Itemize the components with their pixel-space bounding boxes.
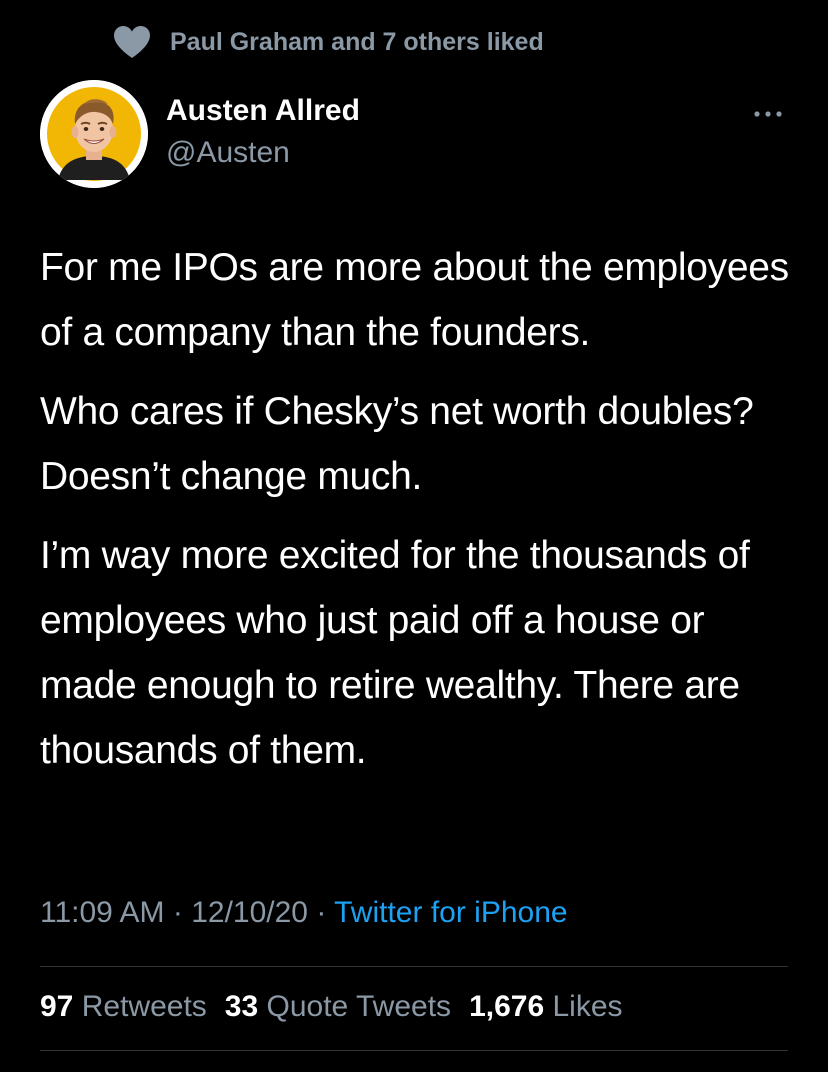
- social-context-text: Paul Graham and 7 others liked: [170, 27, 544, 56]
- quote-tweets-count: 33: [224, 990, 259, 1023]
- author-handle[interactable]: @Austen: [166, 136, 290, 170]
- tweet-paragraph: I’m way more excited for the thousands o…: [40, 534, 750, 772]
- retweets-label: Retweets: [81, 990, 207, 1023]
- retweets-count: 97: [40, 990, 74, 1023]
- quote-tweets-label: Quote Tweets: [266, 990, 452, 1023]
- likes-stat[interactable]: 1,676 Likes: [469, 990, 622, 1024]
- retweets-stat[interactable]: 97 Retweets: [40, 990, 207, 1024]
- avatar-cartoon-icon: [40, 80, 148, 188]
- tweet-time[interactable]: 11:09 AM: [40, 896, 165, 929]
- tweet-date[interactable]: 12/10/20: [191, 896, 308, 929]
- tweet-text: For me IPOs are more about the employees…: [40, 235, 810, 797]
- tweet-source-link[interactable]: Twitter for iPhone: [334, 896, 567, 929]
- likes-count: 1,676: [469, 990, 545, 1023]
- quote-tweets-stat[interactable]: 33 Quote Tweets: [225, 990, 451, 1024]
- tweet-paragraph: Who cares if Chesky’s net worth doubles?…: [40, 390, 754, 498]
- likes-label: Likes: [552, 990, 623, 1023]
- author-name[interactable]: Austen Allred: [166, 94, 360, 128]
- meta-separator: ·: [316, 896, 327, 929]
- divider: [40, 966, 788, 967]
- avatar[interactable]: [40, 80, 148, 188]
- more-horizontal-icon: [754, 111, 782, 117]
- divider: [40, 1050, 788, 1051]
- engagement-stats: 97 Retweets 33 Quote Tweets 1,676 Likes: [40, 990, 641, 1024]
- meta-separator: ·: [172, 896, 183, 929]
- tweet-metadata: 11:09 AM · 12/10/20 · Twitter for iPhone: [40, 896, 568, 930]
- more-options-button[interactable]: [748, 102, 788, 126]
- social-context[interactable]: Paul Graham and 7 others liked: [112, 24, 544, 60]
- heart-icon: [114, 26, 150, 58]
- tweet-paragraph: For me IPOs are more about the employees…: [40, 246, 789, 354]
